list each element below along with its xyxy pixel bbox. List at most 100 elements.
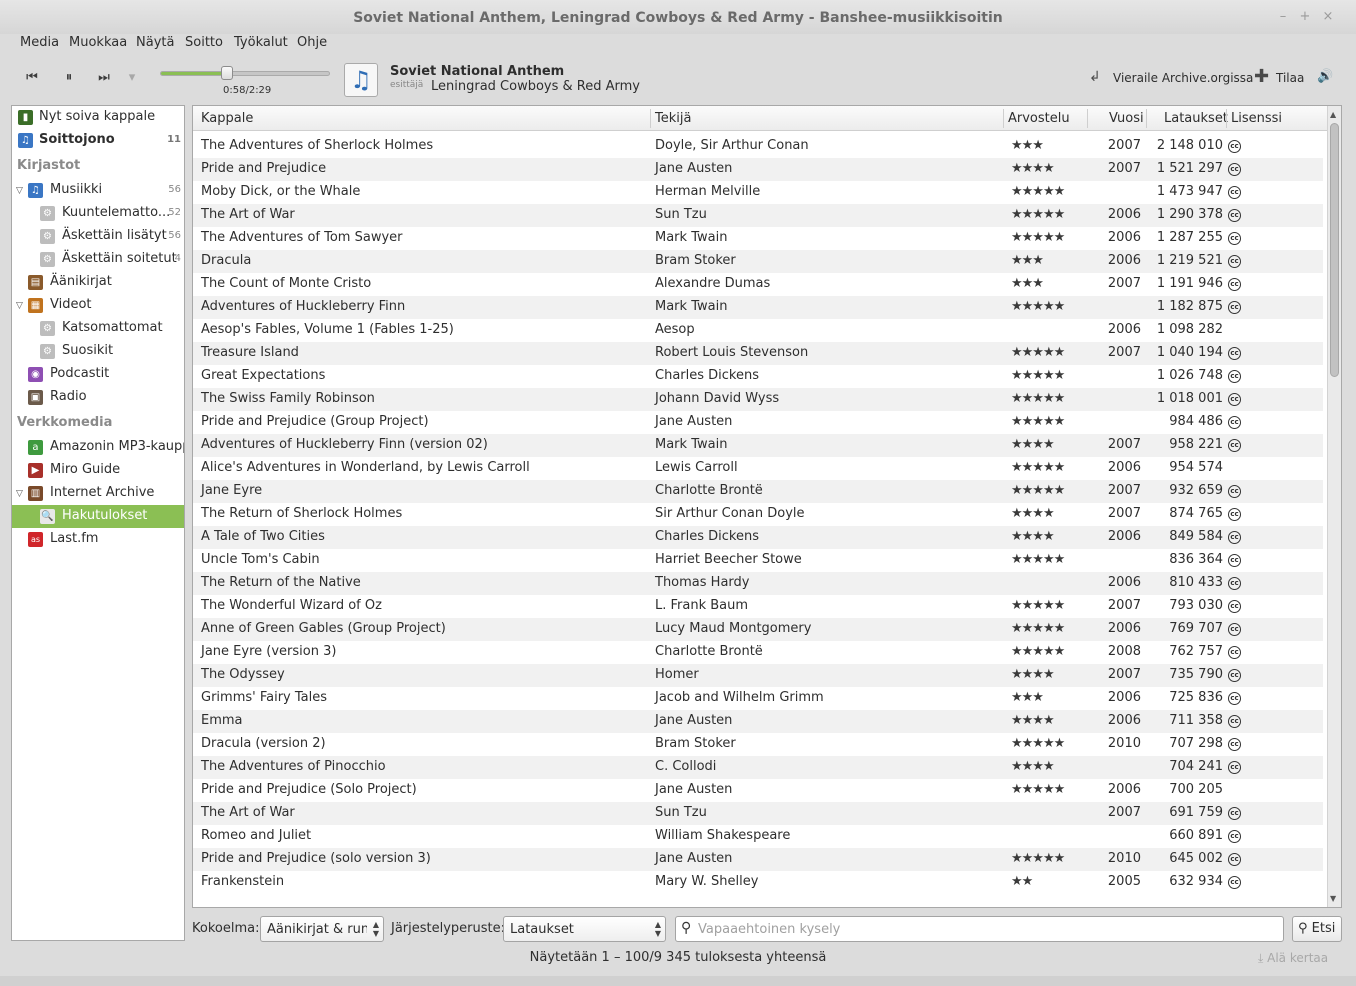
table-row[interactable]: Grimms' Fairy Tales Jacob and Wilhelm Gri… bbox=[193, 687, 1323, 710]
rating-stars[interactable]: ★★★★ bbox=[1011, 529, 1055, 544]
rating-stars[interactable]: ★★★★★ bbox=[1011, 851, 1065, 866]
column-header-year[interactable]: Vuosi bbox=[1109, 111, 1144, 126]
table-row[interactable]: The Count of Monte Cristo Alexandre Dumas… bbox=[193, 273, 1323, 296]
table-row[interactable]: Uncle Tom's Cabin Harriet Beecher Stowe ★★… bbox=[193, 549, 1323, 572]
rating-stars[interactable]: ★★★★ bbox=[1011, 713, 1055, 728]
rating-stars[interactable]: ★★★★★ bbox=[1011, 345, 1065, 360]
vertical-scrollbar[interactable]: ▲ ▼ bbox=[1327, 106, 1341, 907]
menu-edit[interactable]: Muokkaa bbox=[69, 35, 127, 50]
sidebar-item-recently-added[interactable]: ⚙ Äskettäin lisätyt 56 bbox=[12, 225, 184, 248]
collapse-triangle-icon[interactable]: ▽ bbox=[16, 489, 23, 499]
rating-stars[interactable]: ★★ bbox=[1011, 874, 1033, 889]
table-row[interactable]: The Wonderful Wizard of Oz L. Frank Baum ★… bbox=[193, 595, 1323, 618]
table-row[interactable]: Pride and Prejudice (Group Project) Jane … bbox=[193, 411, 1323, 434]
rating-stars[interactable]: ★★★★ bbox=[1011, 667, 1055, 682]
search-input[interactable] bbox=[698, 920, 1278, 938]
sidebar-item-unheard[interactable]: ⚙ Kuuntelematto... 52 bbox=[12, 202, 184, 225]
table-row[interactable]: The Return of Sherlock Holmes Sir Arthur … bbox=[193, 503, 1323, 526]
close-button[interactable]: × bbox=[1321, 10, 1335, 24]
column-header-title[interactable]: Kappale bbox=[201, 111, 253, 126]
menu-tools[interactable]: Työkalut bbox=[234, 35, 288, 50]
sidebar-item-lastfm[interactable]: as Last.fm bbox=[12, 528, 184, 551]
table-row[interactable]: Pride and Prejudice (Solo Project) Jane A… bbox=[193, 779, 1323, 802]
table-row[interactable]: Alice's Adventures in Wonderland, by Lew… bbox=[193, 457, 1323, 480]
table-row[interactable]: Moby Dick, or the Whale Herman Melville ★★… bbox=[193, 181, 1323, 204]
sidebar-item-queue[interactable]: ♫ Soittojono 11 bbox=[12, 129, 184, 152]
previous-track-icon[interactable]: ⏮ bbox=[21, 68, 43, 88]
add-icon[interactable]: ✚ bbox=[1254, 66, 1269, 87]
rating-stars[interactable]: ★★★★ bbox=[1011, 437, 1055, 452]
table-row[interactable]: Treasure Island Robert Louis Stevenson ★★★… bbox=[193, 342, 1323, 365]
table-row[interactable]: A Tale of Two Cities Charles Dickens ★★★★ 2… bbox=[193, 526, 1323, 549]
sidebar-item-favorites[interactable]: ⚙ Suosikit bbox=[12, 340, 184, 363]
table-row[interactable]: The Art of War Sun Tzu 2007 691 759 cc bbox=[193, 802, 1323, 825]
table-row[interactable]: Dracula Bram Stoker ★★★ 2006 1 219 521 cc bbox=[193, 250, 1323, 273]
table-row[interactable]: Aesop's Fables, Volume 1 (Fables 1-25) Ae… bbox=[193, 319, 1323, 342]
subscribe-button[interactable]: Tilaa bbox=[1276, 71, 1304, 85]
table-row[interactable]: Romeo and Juliet William Shakespeare 660 8… bbox=[193, 825, 1323, 848]
rating-stars[interactable]: ★★★★★ bbox=[1011, 368, 1065, 383]
rating-stars[interactable]: ★★★★ bbox=[1011, 506, 1055, 521]
rating-stars[interactable]: ★★★★★ bbox=[1011, 299, 1065, 314]
table-row[interactable]: The Adventures of Tom Sawyer Mark Twain ★★… bbox=[193, 227, 1323, 250]
table-row[interactable]: Adventures of Huckleberry Finn Mark Twain… bbox=[193, 296, 1323, 319]
sidebar-item-videos[interactable]: ▽ ▦ Videot bbox=[12, 294, 184, 317]
sidebar-item-internet-archive[interactable]: ▽ ▥ Internet Archive bbox=[12, 482, 184, 505]
rating-stars[interactable]: ★★★ bbox=[1011, 253, 1044, 268]
table-row[interactable]: The Adventures of Sherlock Holmes Doyle, … bbox=[193, 135, 1323, 158]
sort-select[interactable]: Lataukset ▲ ▼ bbox=[503, 916, 666, 942]
sidebar-item-recently-played[interactable]: ⚙ Äskettäin soitetut 4 bbox=[12, 248, 184, 271]
column-header-downloads[interactable]: Lataukset bbox=[1164, 111, 1228, 126]
sidebar-item-music[interactable]: ▽ ♫ Musiikki 56 bbox=[12, 179, 184, 202]
table-row[interactable]: Anne of Green Gables (Group Project) Lucy… bbox=[193, 618, 1323, 641]
sidebar-item-miro[interactable]: ▶ Miro Guide bbox=[12, 459, 184, 482]
volume-icon[interactable]: 🔊 bbox=[1317, 69, 1333, 84]
scrollbar-thumb[interactable] bbox=[1330, 123, 1339, 377]
column-header-rating[interactable]: Arvostelu bbox=[1008, 111, 1070, 126]
table-row[interactable]: Frankenstein Mary W. Shelley ★★ 2005 632 934… bbox=[193, 871, 1323, 894]
sidebar-item-podcasts[interactable]: ◉ Podcastit bbox=[12, 363, 184, 386]
table-row[interactable]: Emma Jane Austen ★★★★ 2006 711 358 cc bbox=[193, 710, 1323, 733]
table-row[interactable]: Pride and Prejudice Jane Austen ★★★★ 2007 1 … bbox=[193, 158, 1323, 181]
maximize-button[interactable]: + bbox=[1298, 10, 1312, 24]
search-field[interactable]: ⚲ bbox=[675, 916, 1284, 942]
table-row[interactable]: Dracula (version 2) Bram Stoker ★★★★★ 2010 7… bbox=[193, 733, 1323, 756]
rating-stars[interactable]: ★★★ bbox=[1011, 690, 1044, 705]
rating-stars[interactable]: ★★★★★ bbox=[1011, 644, 1065, 659]
table-row[interactable]: Pride and Prejudice (solo version 3) Jane… bbox=[193, 848, 1323, 871]
column-header-author[interactable]: Tekijä bbox=[655, 111, 691, 126]
rating-stars[interactable]: ★★★★★ bbox=[1011, 552, 1065, 567]
table-row[interactable]: Jane Eyre Charlotte Brontë ★★★★★ 2007 932 65… bbox=[193, 480, 1323, 503]
table-row[interactable]: The Return of the Native Thomas Hardy 2006… bbox=[193, 572, 1323, 595]
visit-archive-button[interactable]: Vieraile Archive.orgissa bbox=[1113, 71, 1253, 85]
sidebar-item-search-results[interactable]: 🔍 Hakutulokset bbox=[12, 505, 184, 528]
rating-stars[interactable]: ★★★★★ bbox=[1011, 782, 1065, 797]
rating-stars[interactable]: ★★★★★ bbox=[1011, 207, 1065, 222]
sidebar-item-audiobooks[interactable]: ▤ Äänikirjat bbox=[12, 271, 184, 294]
scroll-up-icon[interactable]: ▲ bbox=[1330, 110, 1336, 119]
search-button[interactable]: ⚲ Etsi bbox=[1292, 916, 1342, 942]
rating-stars[interactable]: ★★★★★ bbox=[1011, 483, 1065, 498]
table-row[interactable]: The Art of War Sun Tzu ★★★★★ 2006 1 290 378 c… bbox=[193, 204, 1323, 227]
pause-icon[interactable]: ⏸ bbox=[58, 68, 80, 88]
seek-handle[interactable] bbox=[220, 66, 233, 80]
table-row[interactable]: The Odyssey Homer ★★★★ 2007 735 790 cc bbox=[193, 664, 1323, 687]
rating-stars[interactable]: ★★★★ bbox=[1011, 161, 1055, 176]
rating-stars[interactable]: ★★★★ bbox=[1011, 759, 1055, 774]
rating-stars[interactable]: ★★★★★ bbox=[1011, 391, 1065, 406]
rating-stars[interactable]: ★★★★★ bbox=[1011, 414, 1065, 429]
menu-view[interactable]: Näytä bbox=[136, 35, 174, 50]
rating-stars[interactable]: ★★★★★ bbox=[1011, 598, 1065, 613]
collection-select[interactable]: Äänikirjat & runo ▲ ▼ bbox=[260, 916, 384, 942]
scroll-down-icon[interactable]: ▼ bbox=[1330, 894, 1336, 903]
sidebar-item-unwatched[interactable]: ⚙ Katsomattomat bbox=[12, 317, 184, 340]
collapse-triangle-icon[interactable]: ▽ bbox=[16, 186, 23, 196]
sidebar-item-now-playing[interactable]: ▮ Nyt soiva kappale bbox=[12, 106, 184, 129]
minimize-button[interactable]: – bbox=[1276, 10, 1290, 24]
menu-media[interactable]: Media bbox=[20, 35, 59, 50]
column-header-license[interactable]: Lisenssi bbox=[1231, 111, 1282, 126]
rating-stars[interactable]: ★★★★★ bbox=[1011, 460, 1065, 475]
next-track-icon[interactable]: ⏭ bbox=[93, 68, 115, 88]
menu-playback[interactable]: Soitto bbox=[185, 35, 223, 50]
collapse-triangle-icon[interactable]: ▽ bbox=[16, 301, 23, 311]
